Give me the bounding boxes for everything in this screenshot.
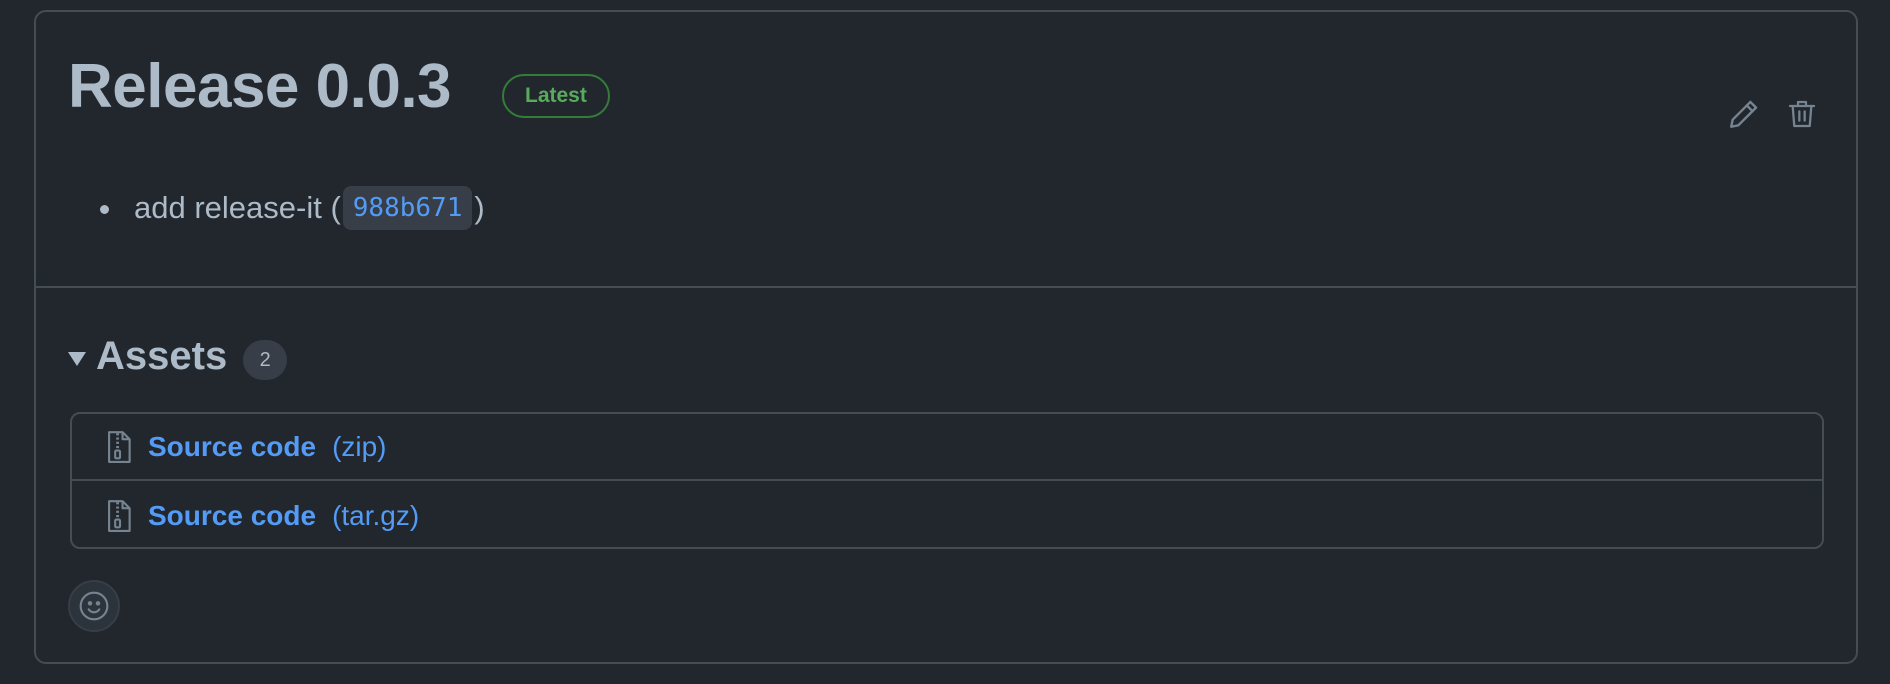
smiley-icon <box>79 591 109 621</box>
asset-link-name[interactable]: Source code <box>148 500 316 532</box>
asset-link-ext[interactable]: (zip) <box>332 431 386 463</box>
note-text: add release-it ( <box>134 190 341 225</box>
asset-link-name[interactable]: Source code <box>148 431 316 463</box>
note-suffix: ) <box>474 190 485 225</box>
assets-title: Assets <box>96 334 228 378</box>
pencil-icon <box>1730 100 1758 128</box>
asset-row: Source code (tar.gz) <box>72 482 1822 549</box>
asset-row: Source code (zip) <box>72 414 1822 481</box>
delete-release-button[interactable] <box>1782 94 1822 134</box>
assets-list: Source code (zip) Source code (tar.gz) <box>70 412 1824 549</box>
assets-toggle[interactable]: Assets 2 <box>68 332 288 380</box>
release-notes: add release-it (988b671) <box>96 186 485 230</box>
asset-link-ext[interactable]: (tar.gz) <box>332 500 419 532</box>
file-zip-icon <box>106 499 132 533</box>
add-reaction-button[interactable] <box>68 580 120 632</box>
caret-down-icon <box>68 352 86 366</box>
latest-badge: Latest <box>502 74 610 118</box>
trash-icon <box>1788 100 1816 128</box>
release-header-section: Release 0.0.3 Latest add release-it (988… <box>36 12 1856 288</box>
release-note-item: add release-it (988b671) <box>96 186 485 230</box>
assets-count-badge: 2 <box>243 340 288 380</box>
release-card: Release 0.0.3 Latest add release-it (988… <box>34 10 1858 664</box>
commit-link[interactable]: 988b671 <box>342 186 473 230</box>
edit-release-button[interactable] <box>1724 94 1764 134</box>
release-title[interactable]: Release 0.0.3 <box>68 56 452 118</box>
file-zip-icon <box>106 430 132 464</box>
